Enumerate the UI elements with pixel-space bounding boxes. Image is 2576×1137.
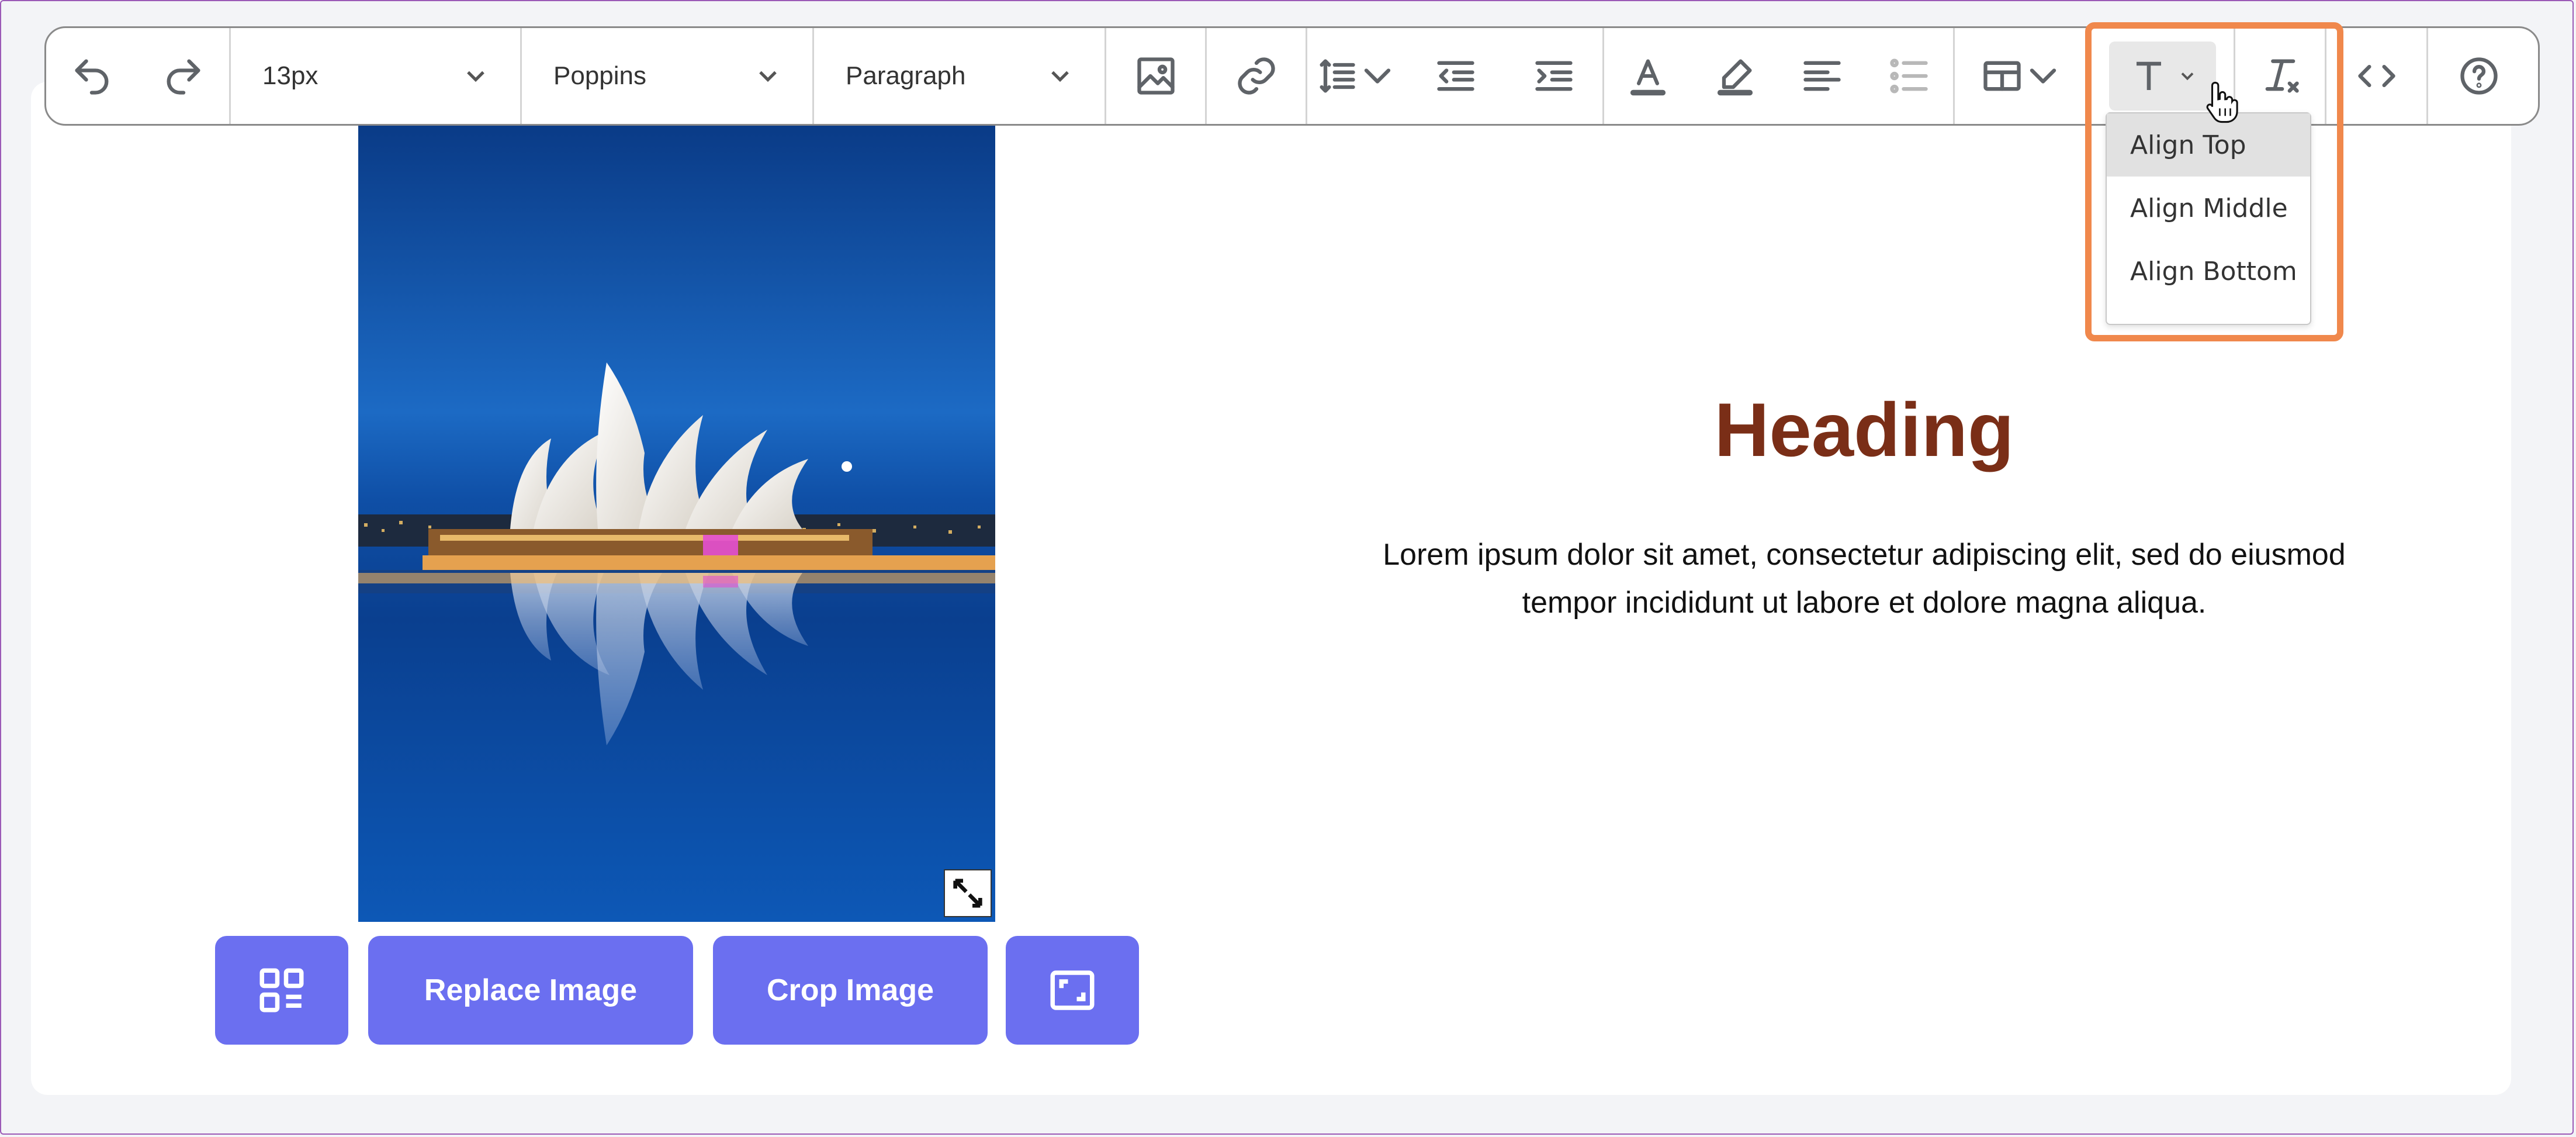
resize-handle[interactable] xyxy=(944,869,992,917)
link-icon xyxy=(1237,57,1275,95)
help-group xyxy=(2428,28,2530,124)
insert-link-button[interactable] xyxy=(1207,28,1306,124)
image-icon xyxy=(1137,57,1175,95)
outdent-button[interactable] xyxy=(1407,28,1505,124)
font-size-select[interactable]: 13px xyxy=(231,28,522,124)
fullscreen-frame-icon xyxy=(1050,970,1095,1010)
chevron-down-icon xyxy=(467,71,484,82)
indent-icon xyxy=(1535,61,1573,91)
highlight-frame xyxy=(2085,22,2343,341)
image-fullscreen-button[interactable] xyxy=(1006,936,1139,1045)
table-icon xyxy=(1983,61,2021,91)
outdent-icon xyxy=(1437,61,1475,91)
hand-pointer-cursor-icon xyxy=(2206,81,2238,123)
bullet-list-button[interactable] xyxy=(1866,28,1953,124)
align-left-icon xyxy=(1803,61,1841,91)
content-paragraph[interactable]: Lorem ipsum dolor sit amet, consectetur … xyxy=(1332,531,2396,627)
indent-button[interactable] xyxy=(1505,28,1602,124)
chevron-down-icon xyxy=(759,71,777,82)
chevron-down-icon xyxy=(1365,68,1391,84)
chevron-down-icon xyxy=(2030,68,2056,84)
font-size-value: 13px xyxy=(262,61,318,90)
crop-image-button[interactable]: Crop Image xyxy=(713,936,988,1045)
highlight-button[interactable] xyxy=(1691,28,1778,124)
insert-table-button[interactable] xyxy=(1955,28,2090,124)
bullet-list-icon xyxy=(1890,58,1928,94)
block-format-value: Paragraph xyxy=(846,61,966,90)
opera-house-illustration xyxy=(358,362,995,745)
text-color-button[interactable] xyxy=(1604,28,1691,124)
redo-icon xyxy=(167,59,200,95)
content-heading[interactable]: Heading xyxy=(1332,386,2396,474)
undo-icon xyxy=(75,59,109,95)
opera-house-image[interactable] xyxy=(358,126,995,922)
line-height-button[interactable] xyxy=(1307,28,1407,124)
highlighter-icon xyxy=(1717,59,1753,96)
undo-button[interactable] xyxy=(46,28,138,124)
layout-grid-icon xyxy=(259,968,304,1012)
align-left-button[interactable] xyxy=(1779,28,1866,124)
image-group xyxy=(1106,28,1207,124)
chevron-down-icon xyxy=(1051,71,1069,82)
image-layout-button[interactable] xyxy=(215,936,348,1045)
text-color-icon xyxy=(1630,59,1666,96)
text-style-group xyxy=(1604,28,1955,124)
resize-arrows-icon xyxy=(953,879,982,908)
table-group xyxy=(1955,28,2092,124)
font-family-value: Poppins xyxy=(553,61,647,90)
block-format-select[interactable]: Paragraph xyxy=(814,28,1106,124)
redo-button[interactable] xyxy=(138,28,230,124)
insert-image-button[interactable] xyxy=(1106,28,1205,124)
link-group xyxy=(1207,28,1307,124)
font-family-select[interactable]: Poppins xyxy=(522,28,814,124)
line-height-icon xyxy=(1320,59,1356,93)
code-icon xyxy=(2357,64,2395,87)
spacing-group xyxy=(1307,28,1604,124)
help-icon xyxy=(2460,57,2498,95)
help-button[interactable] xyxy=(2428,28,2530,124)
replace-image-button[interactable]: Replace Image xyxy=(368,936,693,1045)
history-group xyxy=(46,28,231,124)
